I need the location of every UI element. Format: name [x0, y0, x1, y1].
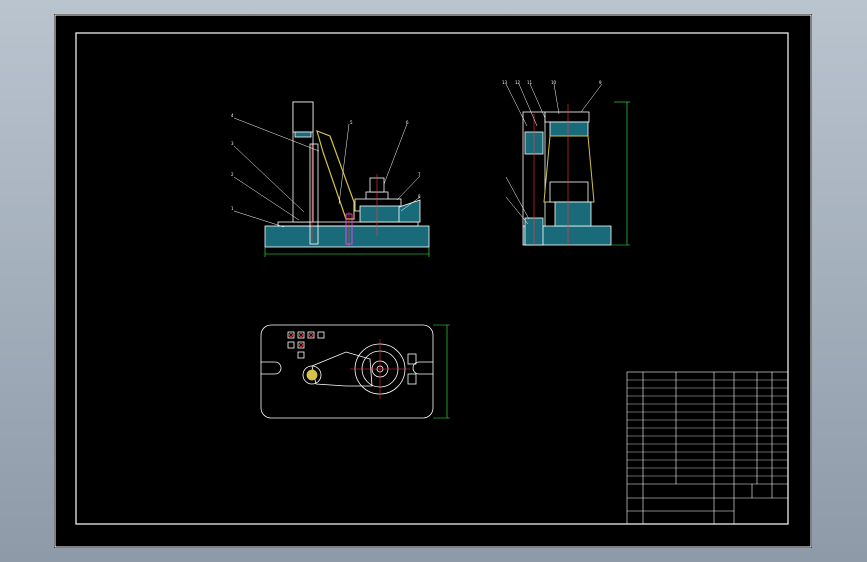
callout: 8	[418, 194, 421, 199]
drawing-canvas: 4 3 2 1 5 6 7 8 13 12 11 10 9	[54, 14, 812, 548]
front-view	[233, 101, 430, 257]
side-view	[505, 83, 630, 246]
gusset	[316, 130, 355, 220]
side-view-callouts: 13 12 11 10 9	[502, 80, 602, 85]
callout: 12	[515, 80, 521, 85]
bom-rows	[627, 379, 788, 477]
callout: 1	[231, 206, 234, 211]
callout: 10	[551, 80, 557, 85]
inner-frame	[75, 32, 789, 525]
top-view	[260, 324, 450, 419]
callout: 4	[231, 113, 234, 118]
callout: 7	[418, 172, 421, 177]
callout: 11	[527, 80, 533, 85]
callout: 13	[502, 80, 508, 85]
callout: 5	[350, 120, 353, 125]
cad-viewport[interactable]: 4 3 2 1 5 6 7 8 13 12 11 10 9	[54, 14, 812, 548]
callout: 6	[406, 120, 409, 125]
title-block	[626, 371, 789, 525]
callout: 2	[231, 172, 234, 177]
callout: 3	[231, 141, 234, 146]
outer-frame	[54, 14, 812, 548]
